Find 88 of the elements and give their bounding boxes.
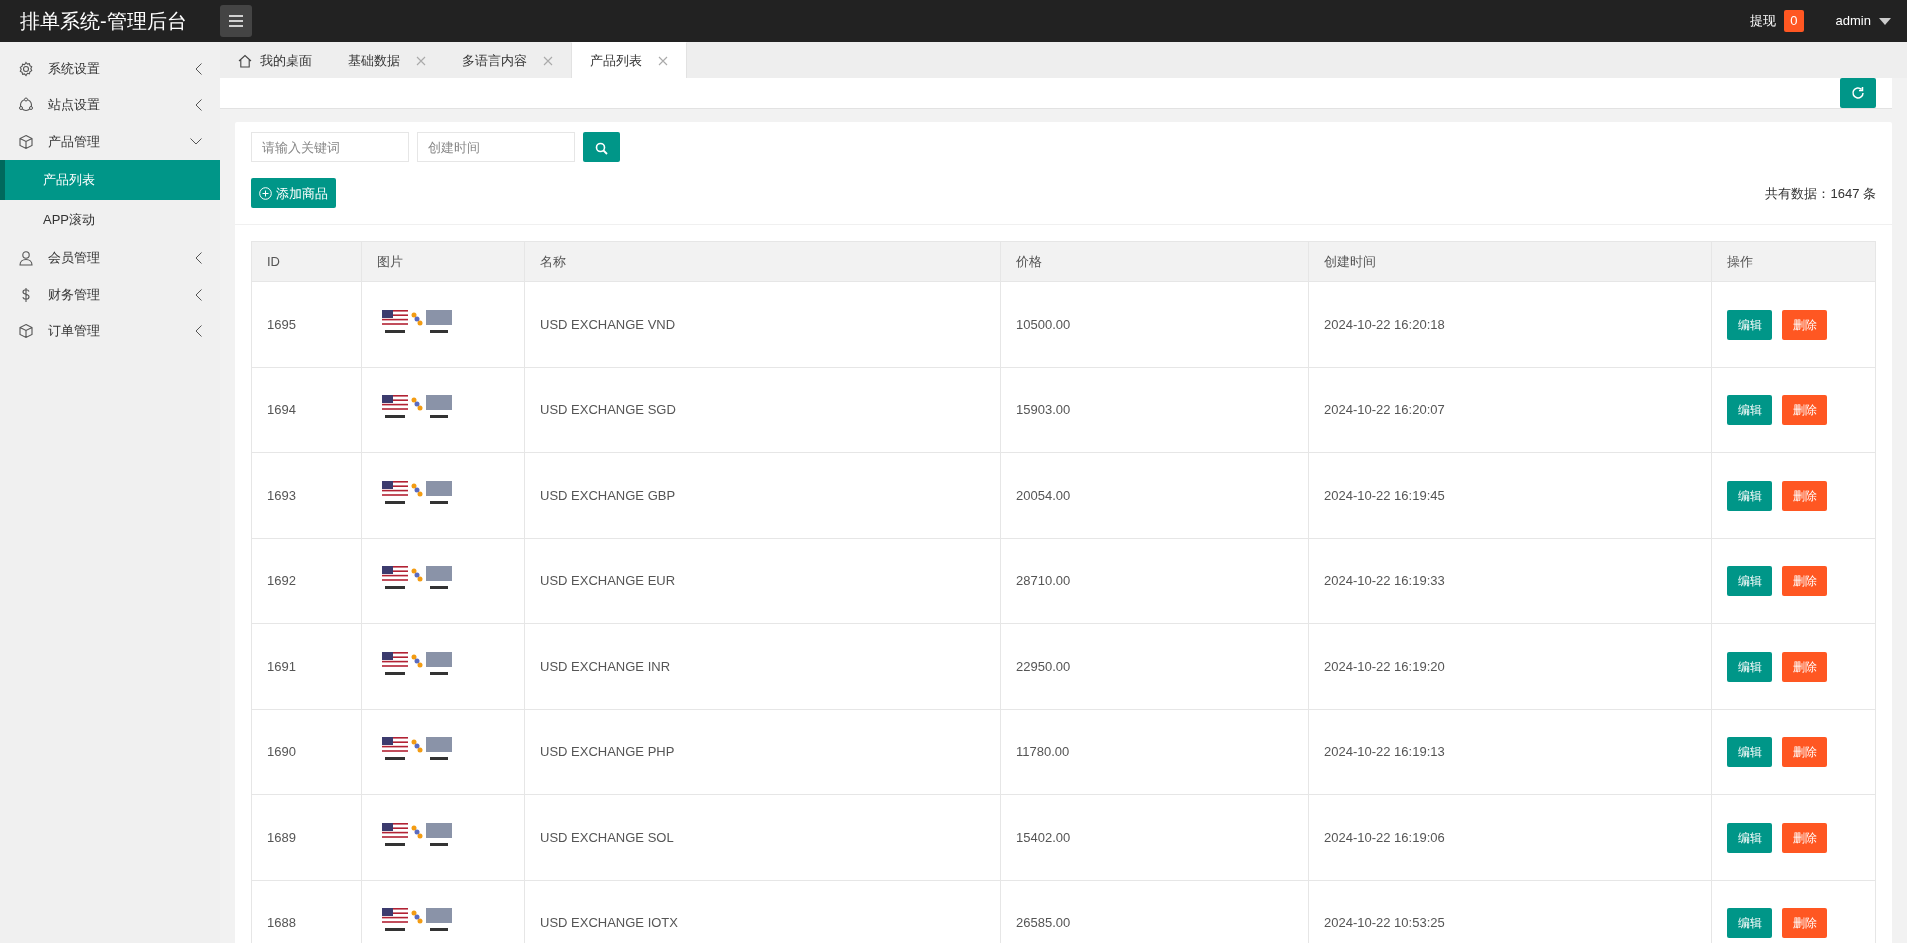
app-title: 排单系统-管理后台 — [20, 10, 187, 33]
search-icon — [595, 141, 608, 155]
table-cell: 2024-10-22 16:20:07 — [1308, 367, 1712, 453]
table-cell: USD EXCHANGE EUR — [524, 538, 1001, 624]
table-cell: 2024-10-22 16:19:33 — [1308, 538, 1712, 624]
cube-icon — [18, 323, 34, 340]
table-cell: USD EXCHANGE GBP — [524, 452, 1001, 539]
sidebar-item[interactable]: 产品管理 — [0, 123, 220, 160]
column-header: 名称 — [524, 241, 1001, 282]
sidebar-item[interactable]: 站点设置 — [0, 86, 220, 124]
column-header: 价格 — [1000, 241, 1309, 282]
search-button[interactable] — [583, 132, 620, 163]
user-menu[interactable]: admin — [1835, 11, 1871, 31]
close-icon[interactable] — [543, 55, 553, 66]
table-cell: 20054.00 — [1000, 452, 1309, 539]
edit-button[interactable]: 编辑 — [1727, 737, 1772, 768]
table-cell: 28710.00 — [1000, 538, 1309, 624]
table-cell: 1695 — [251, 281, 362, 368]
column-header: ID — [251, 241, 362, 282]
sidebar-subitem[interactable]: 产品列表 — [0, 159, 220, 200]
table-cell: 1694 — [251, 367, 362, 453]
sidebar-item[interactable]: 财务管理 — [0, 276, 220, 313]
tab[interactable]: 产品列表 — [571, 42, 687, 79]
table-cell: 15402.00 — [1000, 794, 1309, 881]
gear-icon — [18, 60, 34, 77]
menu-button[interactable] — [220, 5, 252, 38]
table-cell: 10500.00 — [1000, 281, 1309, 368]
delete-button[interactable]: 删除 — [1782, 908, 1827, 939]
column-header: 操作 — [1711, 241, 1876, 282]
table-cell: 2024-10-22 16:19:13 — [1308, 709, 1712, 795]
menu-icon — [229, 15, 243, 28]
table-cell: 15903.00 — [1000, 367, 1309, 453]
close-icon[interactable] — [658, 55, 668, 66]
delete-button[interactable]: 删除 — [1782, 737, 1827, 768]
table-cell: 1691 — [251, 623, 362, 710]
table-cell: 1690 — [251, 709, 362, 795]
delete-button[interactable]: 删除 — [1782, 309, 1827, 340]
keyword-field[interactable]: 请输入关键词 — [251, 132, 409, 163]
sidebar-item[interactable]: 订单管理 — [0, 312, 220, 350]
close-icon[interactable] — [416, 55, 426, 66]
cube-icon — [18, 133, 34, 150]
table-cell: 1692 — [251, 538, 362, 624]
dropdown-caret-icon — [1879, 17, 1891, 25]
edit-button[interactable]: 编辑 — [1727, 480, 1772, 511]
withdraw-count-badge: 0 — [1784, 10, 1804, 32]
table-cell: 11780.00 — [1000, 709, 1309, 795]
delete-button[interactable]: 删除 — [1782, 822, 1827, 853]
edit-button[interactable]: 编辑 — [1727, 395, 1772, 426]
table-cell: 2024-10-22 16:19:45 — [1308, 452, 1712, 539]
table-cell: 1689 — [251, 794, 362, 881]
delete-button[interactable]: 删除 — [1782, 651, 1827, 682]
sidebar-item[interactable]: 系统设置 — [0, 50, 220, 87]
table-cell: 1693 — [251, 452, 362, 539]
table-cell: 2024-10-22 16:19:06 — [1308, 794, 1712, 881]
table-cell: 22950.00 — [1000, 623, 1309, 710]
refresh-button[interactable] — [1840, 78, 1876, 109]
table-cell: USD EXCHANGE INR — [524, 623, 1001, 710]
table-cell: USD EXCHANGE SOL — [524, 794, 1001, 881]
edit-button[interactable]: 编辑 — [1727, 651, 1772, 682]
table-cell: 1688 — [251, 880, 362, 943]
total-count: 共有数据：1647 条 — [1765, 184, 1876, 203]
table-cell: USD EXCHANGE SGD — [524, 367, 1001, 453]
network-icon — [18, 97, 34, 114]
edit-button[interactable]: 编辑 — [1727, 309, 1772, 340]
sidebar-item[interactable]: 会员管理 — [0, 239, 220, 277]
table-cell: 2024-10-22 16:19:20 — [1308, 623, 1712, 710]
refresh-icon — [1851, 86, 1865, 101]
add-product-button[interactable]: 添加商品 — [251, 178, 336, 209]
sidebar-subitem[interactable]: APP滚动 — [0, 199, 220, 240]
edit-button[interactable]: 编辑 — [1727, 566, 1772, 597]
tab[interactable]: 多语言内容 — [444, 42, 571, 79]
edit-button[interactable]: 编辑 — [1727, 822, 1772, 853]
user-icon — [18, 250, 34, 267]
home-icon — [238, 53, 252, 68]
table-cell: USD EXCHANGE PHP — [524, 709, 1001, 795]
plus-circle-icon — [259, 186, 272, 200]
delete-button[interactable]: 删除 — [1782, 395, 1827, 426]
delete-button[interactable]: 删除 — [1782, 480, 1827, 511]
withdraw-link[interactable]: 提现 — [1750, 11, 1777, 31]
table-cell: USD EXCHANGE VND — [524, 281, 1001, 368]
date-field[interactable]: 创建时间 — [417, 132, 575, 163]
tab[interactable]: 基础数据 — [330, 42, 444, 79]
edit-button[interactable]: 编辑 — [1727, 908, 1772, 939]
column-header: 创建时间 — [1308, 241, 1712, 282]
tab[interactable]: 我的桌面 — [220, 42, 330, 79]
delete-button[interactable]: 删除 — [1782, 566, 1827, 597]
table-cell: 2024-10-22 16:20:18 — [1308, 281, 1712, 368]
column-header: 图片 — [361, 241, 525, 282]
